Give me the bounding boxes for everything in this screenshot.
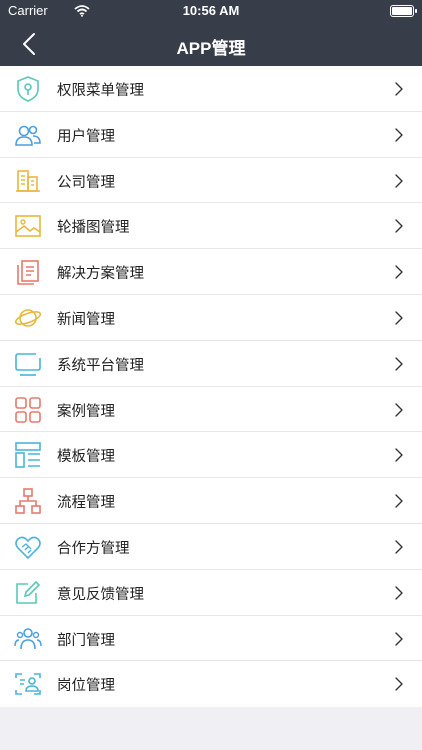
grid-icon — [14, 396, 42, 424]
list-item[interactable]: 案例管理 — [0, 387, 422, 433]
chevron-right-icon — [395, 265, 403, 279]
list-item-label: 岗位管理 — [57, 678, 115, 695]
chevron-right-icon — [395, 128, 403, 142]
list-item-label: 权限菜单管理 — [57, 83, 144, 99]
chevron-right-icon — [395, 311, 403, 325]
header: Carrier 10:56 AM APP管理 — [0, 0, 422, 66]
list-item[interactable]: 模板管理 — [0, 432, 422, 479]
clock: 10:56 AM — [182, 3, 240, 18]
list-item[interactable]: 部门管理 — [0, 616, 422, 662]
list-item[interactable]: 新闻管理 — [0, 295, 422, 341]
list-item[interactable]: 权限菜单管理 — [0, 66, 422, 112]
template-icon — [14, 441, 42, 469]
chevron-right-icon — [395, 173, 403, 188]
list-item-label: 用户管理 — [57, 128, 115, 145]
status-bar: Carrier 10:56 AM — [0, 0, 422, 22]
chevron-right-icon — [395, 402, 403, 417]
list-item-label: 解决方案管理 — [57, 266, 144, 283]
planet-icon — [14, 304, 42, 332]
team-icon — [14, 625, 42, 653]
list-item-label: 部门管理 — [57, 632, 115, 649]
flowchart-icon — [14, 487, 42, 515]
list-item[interactable]: 公司管理 — [0, 158, 422, 204]
shield-icon — [14, 75, 42, 103]
chevron-right-icon — [395, 448, 403, 463]
list-item-label: 合作方管理 — [57, 540, 130, 557]
users-icon — [14, 121, 42, 149]
edit-icon — [14, 579, 42, 607]
list-item-label: 模板管理 — [57, 449, 115, 466]
list-item-label: 公司管理 — [57, 174, 115, 191]
list-item[interactable]: 意见反馈管理 — [0, 570, 422, 616]
battery-icon — [390, 5, 417, 17]
chevron-right-icon — [395, 82, 403, 96]
documents-icon — [14, 258, 42, 286]
list-item[interactable]: 合作方管理 — [0, 524, 422, 570]
handshake-heart-icon — [14, 533, 42, 561]
chevron-right-icon — [395, 677, 403, 692]
image-icon — [14, 212, 42, 240]
chevron-right-icon — [395, 494, 403, 508]
chevron-right-icon — [395, 540, 403, 554]
list-item[interactable]: 解决方案管理 — [0, 249, 422, 295]
chevron-right-icon — [395, 586, 403, 600]
list-item[interactable]: 流程管理 — [0, 478, 422, 524]
list-item[interactable]: 系统平台管理 — [0, 341, 422, 387]
list-item[interactable]: 岗位管理 — [0, 661, 422, 707]
list-item-label: 系统平台管理 — [57, 357, 144, 374]
chevron-right-icon — [395, 219, 403, 234]
chevron-right-icon — [395, 631, 403, 646]
list-item-label: 流程管理 — [57, 495, 115, 512]
monitor-icon — [14, 350, 42, 378]
list-item-label: 轮播图管理 — [57, 220, 130, 237]
id-card-icon — [14, 670, 42, 698]
buildings-icon — [14, 167, 42, 195]
page-title: APP管理 — [176, 39, 246, 58]
list-item[interactable]: 轮播图管理 — [0, 203, 422, 250]
menu-list: 权限菜单管理 用户管理公司管理轮播图管理解决方案管理 新闻管理系统平台管理 案例管理模… — [0, 66, 422, 708]
list-item-label: 案例管理 — [57, 403, 115, 420]
list-item-label: 意见反馈管理 — [57, 586, 144, 603]
chevron-right-icon — [395, 357, 403, 371]
nav-bar: APP管理 — [0, 22, 422, 66]
list-item-label: 新闻管理 — [57, 311, 115, 328]
list-item[interactable]: 用户管理 — [0, 112, 422, 158]
